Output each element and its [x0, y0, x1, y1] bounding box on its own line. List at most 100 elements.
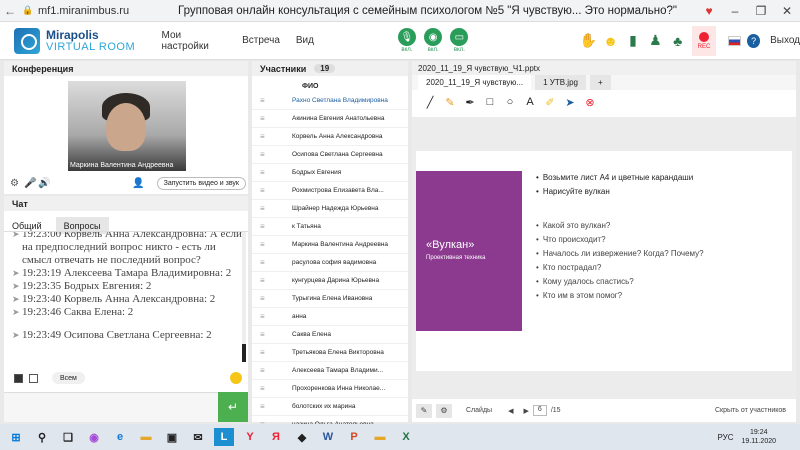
drag-handle-icon[interactable]: ≡	[252, 204, 292, 213]
drag-handle-icon[interactable]: ≡	[252, 312, 292, 321]
drag-handle-icon[interactable]: ≡	[252, 186, 292, 195]
format-icon[interactable]	[29, 373, 38, 383]
yandex-y-icon[interactable]: Y	[240, 428, 260, 446]
emoji-picker-icon[interactable]	[230, 372, 242, 384]
russian-flag-icon[interactable]	[728, 35, 742, 46]
drag-handle-icon[interactable]: ≡	[252, 114, 292, 123]
user-icon[interactable]: 👤	[132, 178, 146, 189]
menu-view[interactable]: Вид	[296, 35, 314, 46]
tab-image[interactable]: 1 УТВ.jpg	[535, 75, 586, 90]
participant-row[interactable]: ≡ Прохоренкова Инна Николае...	[252, 380, 408, 398]
alice-icon[interactable]: ◉	[84, 428, 104, 446]
yandex-browser-icon[interactable]: Я	[266, 428, 286, 446]
participant-row[interactable]: ≡ Бодрых Евгения	[252, 164, 408, 182]
pen-icon[interactable]: ╱	[420, 96, 440, 109]
participant-row[interactable]: ≡ болотских их марина	[252, 398, 408, 416]
drag-handle-icon[interactable]: ≡	[252, 366, 292, 375]
participant-row[interactable]: ≡ Корвель Анна Александровна	[252, 128, 408, 146]
pointer-icon[interactable]: ➤	[560, 96, 580, 109]
clear-icon[interactable]: ⊗	[580, 96, 600, 109]
settings-icon[interactable]: ⚙	[436, 403, 452, 418]
participant-row[interactable]: ≡ расулова софия вадимовна	[252, 254, 408, 272]
prev-slide-icon[interactable]: ◀	[508, 407, 513, 415]
send-button[interactable]: ↵	[218, 392, 248, 422]
chat-scrollbar[interactable]	[242, 232, 246, 362]
menu-my-settings[interactable]: Мои настройки	[162, 30, 227, 52]
back-arrow-icon[interactable]: ←	[0, 4, 20, 18]
drag-handle-icon[interactable]: ≡	[252, 168, 292, 177]
participant-row[interactable]: ≡ Рохмистрова Елизавета Вла...	[252, 182, 408, 200]
next-slide-icon[interactable]: ▶	[523, 407, 528, 415]
drag-handle-icon[interactable]: ≡	[252, 96, 292, 105]
drag-handle-icon[interactable]: ≡	[252, 294, 292, 303]
store-icon[interactable]: ▣	[162, 428, 182, 446]
participant-row[interactable]: ≡ Осипова Светлана Сергеевна	[252, 146, 408, 164]
add-tab-button[interactable]: +	[589, 75, 611, 90]
close-icon[interactable]: ✕	[774, 4, 800, 18]
color-picker-icon[interactable]	[14, 373, 23, 383]
drag-handle-icon[interactable]: ≡	[252, 240, 292, 249]
camera-settings-icon[interactable]: ⚙	[10, 178, 24, 189]
heart-icon[interactable]: ♥	[696, 4, 722, 18]
hide-from-participants[interactable]: Скрыть от участников	[715, 407, 786, 414]
participant-row[interactable]: ≡ Маркина Валентина Андреевна	[252, 236, 408, 254]
recipient-select[interactable]: Всем	[52, 372, 85, 384]
drag-handle-icon[interactable]: ≡	[252, 258, 292, 267]
rectangle-icon[interactable]: □	[480, 96, 500, 108]
browser-url[interactable]: mf1.miranimbus.ru	[38, 5, 138, 17]
camera-button[interactable]: ◉ вкл.	[422, 28, 444, 53]
app-icon[interactable]: ◆	[292, 428, 312, 446]
powerpoint-icon[interactable]: P	[344, 428, 364, 446]
participant-row[interactable]: ≡ Акинина Евгения Анатольевна	[252, 110, 408, 128]
word-icon[interactable]: W	[318, 428, 338, 446]
tab-presentation[interactable]: 2020_11_19_Я чувствую...	[418, 75, 532, 90]
explorer-icon[interactable]: ▬	[136, 428, 156, 446]
windows-start-icon[interactable]: ⊞	[6, 428, 26, 446]
participant-row[interactable]: ≡ к Татьяна	[252, 218, 408, 236]
explorer2-icon[interactable]: ▬	[370, 428, 390, 446]
drag-handle-icon[interactable]: ≡	[252, 402, 292, 411]
drag-handle-icon[interactable]: ≡	[252, 348, 292, 357]
raise-hand-icon[interactable]: ✋	[578, 32, 598, 49]
drag-handle-icon[interactable]: ≡	[252, 132, 292, 141]
pencil-icon[interactable]: ✎	[440, 96, 460, 109]
menu-meeting[interactable]: Встреча	[242, 35, 280, 46]
search-icon[interactable]: ⚲	[32, 428, 52, 446]
tree-icon[interactable]: ♣	[668, 33, 688, 49]
mail-icon[interactable]: ✉	[188, 428, 208, 446]
draw-mode-icon[interactable]: ✎	[416, 403, 432, 418]
emoji-icon[interactable]: ☻	[600, 33, 620, 49]
participant-row[interactable]: ≡ Саква Елена	[252, 326, 408, 344]
system-clock[interactable]: 19:24 19.11.2020	[741, 428, 776, 446]
chat-scroll-thumb[interactable]	[242, 344, 246, 362]
drag-handle-icon[interactable]: ≡	[252, 222, 292, 231]
participant-row[interactable]: ≡ кунгурцева Дарина Юрьевна	[252, 272, 408, 290]
edge-icon[interactable]: e	[110, 428, 130, 446]
participant-row[interactable]: ≡ Третьякова Елена Викторовна	[252, 344, 408, 362]
text-icon[interactable]: A	[520, 96, 540, 108]
participant-row[interactable]: ≡ Алексеева Тамара Владими...	[252, 362, 408, 380]
slides-label[interactable]: Слайды	[466, 407, 492, 414]
drag-handle-icon[interactable]: ≡	[252, 384, 292, 393]
drag-handle-icon[interactable]: ≡	[252, 276, 292, 285]
excel-icon[interactable]: X	[396, 428, 416, 446]
mic-button[interactable]: 🎙 вкл.	[396, 28, 418, 53]
help-icon[interactable]: ?	[747, 33, 761, 48]
highlighter-icon[interactable]: ✐	[540, 96, 560, 109]
participant-row[interactable]: ≡ Шрайнер Надежда Юрьевна	[252, 200, 408, 218]
drag-handle-icon[interactable]: ≡	[252, 330, 292, 339]
users-icon[interactable]: ♟	[645, 32, 665, 49]
page-input[interactable]: 6	[532, 405, 547, 416]
mic-settings-icon[interactable]: 🎤	[24, 178, 38, 189]
stats-icon[interactable]: ▮	[623, 32, 643, 49]
l-app-icon[interactable]: L	[214, 428, 234, 446]
participant-row[interactable]: ≡ анна	[252, 308, 408, 326]
screen-share-button[interactable]: ▭ вкл.	[448, 28, 470, 53]
chat-input[interactable]	[4, 392, 218, 422]
minimize-icon[interactable]: –	[722, 4, 748, 18]
drag-handle-icon[interactable]: ≡	[252, 150, 292, 159]
participant-row[interactable]: ≡ Турыгина Елена Ивановна	[252, 290, 408, 308]
speaker-settings-icon[interactable]: 🔊	[38, 178, 52, 189]
circle-icon[interactable]: ○	[500, 96, 520, 108]
video-start-select[interactable]: Запустить видео и звук	[156, 177, 246, 190]
